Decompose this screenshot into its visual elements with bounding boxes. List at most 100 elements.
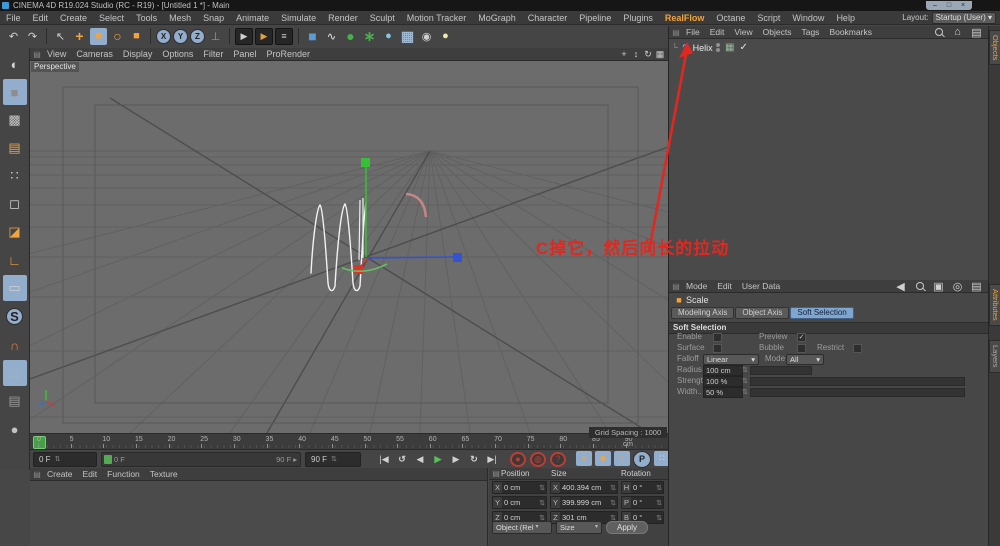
width-slider[interactable] [750,388,965,397]
next-frame-button[interactable]: ▶ [448,452,464,467]
field-stepper[interactable]: ⇅ [609,484,617,492]
panel-grip-icon[interactable]: ▤ [32,50,42,59]
points-mode-icon[interactable]: ∷ [3,163,27,189]
camera-label[interactable]: Perspective [31,62,79,72]
x-axis-lock-button[interactable]: X [156,28,171,44]
viewport-menu-item[interactable]: Panel [228,49,261,59]
materials-menu-item[interactable]: Create [42,469,78,479]
spline-pen-icon[interactable]: ∿ [323,28,340,45]
materials-menu-item[interactable]: Edit [78,469,103,479]
object-manager-menu-item[interactable]: Edit [705,27,730,37]
object-manager-menu-item[interactable]: Bookmarks [824,27,877,37]
record-options-button[interactable]: ? [550,451,566,467]
render-picture-viewer-icon[interactable]: ▶ [255,27,273,45]
search-icon[interactable] [930,24,947,41]
powerslider-handle[interactable] [104,454,112,464]
toggle-views-icon[interactable]: ▦ [654,49,666,60]
material-sphere-icon[interactable]: ● [3,416,27,442]
restrict-checkbox[interactable] [853,344,862,353]
polygons-mode-icon[interactable]: ◪ [3,219,27,245]
close-button[interactable]: × [957,2,969,10]
width-field[interactable]: 50 % [703,387,743,398]
object-manager-menu-item[interactable]: Objects [758,27,797,37]
autokeying-button[interactable]: ◍ [530,451,546,467]
viewport-menu-item[interactable]: Cameras [71,49,118,59]
environment-icon[interactable]: ● [380,28,397,45]
goto-start-button[interactable]: |◀ [376,452,392,467]
loop-button[interactable]: ↻ [466,452,482,467]
field-value-input[interactable]: 399.999 cm [560,498,609,507]
current-frame-field[interactable]: 0 F ⇅ [33,451,97,467]
materials-menu-item[interactable]: Texture [145,469,183,479]
scale-tool-icon[interactable]: ■ [90,27,107,45]
field-value-input[interactable]: 0 cm [502,498,538,507]
object-manager-menu-item[interactable]: Tags [796,27,824,37]
attributes-menu-item[interactable]: Edit [712,281,737,291]
stepper-icon[interactable]: ⇅ [741,388,749,396]
size-mode-dropdown[interactable]: Size ▾ [556,521,602,534]
surface-checkbox[interactable] [713,344,722,353]
mode-dropdown[interactable]: All ▾ [786,354,824,365]
maximize-button[interactable]: □ [943,2,955,10]
pan-view-icon[interactable]: + [618,49,630,60]
make-editable-icon[interactable]: ◐ [3,51,27,77]
menu-item[interactable]: Pipeline [573,13,617,23]
camera-icon[interactable]: ◉ [418,28,435,45]
snap-3d-icon[interactable]: S [6,308,23,325]
falloff-dropdown[interactable]: Linear ▾ [703,354,759,365]
play-button[interactable]: ▶ [430,452,446,467]
menu-item[interactable]: MoGraph [472,13,522,23]
strength-field[interactable]: 100 % [703,376,743,387]
rotate-tool-icon[interactable]: ○ [109,28,126,45]
coordinate-mode-dropdown[interactable]: Object (Rel ▾ [492,521,552,534]
previous-frame-button[interactable]: ◀ [412,452,428,467]
field-stepper[interactable]: ⇅ [538,499,546,507]
instance-array-icon[interactable]: ▦ [399,28,416,45]
move-tool-icon[interactable]: + [71,28,88,45]
panel-grip-icon[interactable]: ▤ [32,470,42,479]
viewport-menu-item[interactable]: View [42,49,71,59]
object-manager-menu-item[interactable]: View [729,27,757,37]
field-stepper[interactable]: ⇅ [655,484,663,492]
display-tag-icon[interactable]: ▦ [724,42,736,54]
side-tab-objects[interactable]: Objects [989,30,1000,66]
bubble-checkbox[interactable] [797,344,806,353]
search-icon[interactable] [911,278,928,295]
field-stepper[interactable]: ⇅ [655,499,663,507]
materials-menu-item[interactable]: Function [102,469,145,479]
model-mode-icon[interactable]: ■ [2,79,27,105]
tab-soft-selection[interactable]: Soft Selection [790,307,854,319]
menu-item[interactable]: Snap [197,13,230,23]
deformers-icon[interactable]: ∗ [361,28,378,45]
primitive-cube-icon[interactable]: ■ [304,28,321,45]
texture-mode-icon[interactable]: ▩ [3,107,27,133]
menu-item[interactable]: File [0,13,27,23]
zoom-view-icon[interactable]: ↕ [630,49,642,60]
menu-item[interactable]: Animate [230,13,275,23]
render-view-icon[interactable]: ▶ [235,27,253,45]
field-stepper[interactable]: ⇅ [538,484,546,492]
render-settings-icon[interactable]: ≡ [275,27,293,45]
redo-icon[interactable]: ↷ [24,28,41,45]
live-selection-icon[interactable]: ↖ [52,28,69,45]
object-manager-menu-item[interactable]: File [681,27,705,37]
stepper-icon[interactable]: ⇅ [54,455,62,463]
menu-item[interactable]: Tools [130,13,163,23]
workplane-mode-icon[interactable]: ▤ [3,135,27,161]
magnet-snap-icon[interactable]: ∩ [3,332,27,358]
object-row-helix[interactable]: └ ∿ Helix ▦ ✓ [669,41,988,54]
menu-item[interactable]: Window [786,13,830,23]
home-icon[interactable]: ⌂ [949,24,966,41]
edges-mode-icon[interactable]: ◻ [3,191,27,217]
y-axis-lock-button[interactable]: Y [173,28,188,44]
key-position-toggle[interactable]: + [576,450,592,466]
viewport-menu-item[interactable]: Options [157,49,198,59]
viewport-menu-item[interactable]: Display [118,49,158,59]
menu-item[interactable]: Sculpt [364,13,401,23]
snap-enable-icon[interactable]: ▭ [2,275,27,301]
radius-slider[interactable] [750,366,812,375]
menu-item[interactable]: Render [322,13,364,23]
generators-icon[interactable]: ● [342,28,359,45]
field-value-input[interactable]: 400.394 cm [560,483,609,492]
viewport-menu-item[interactable]: Filter [198,49,228,59]
